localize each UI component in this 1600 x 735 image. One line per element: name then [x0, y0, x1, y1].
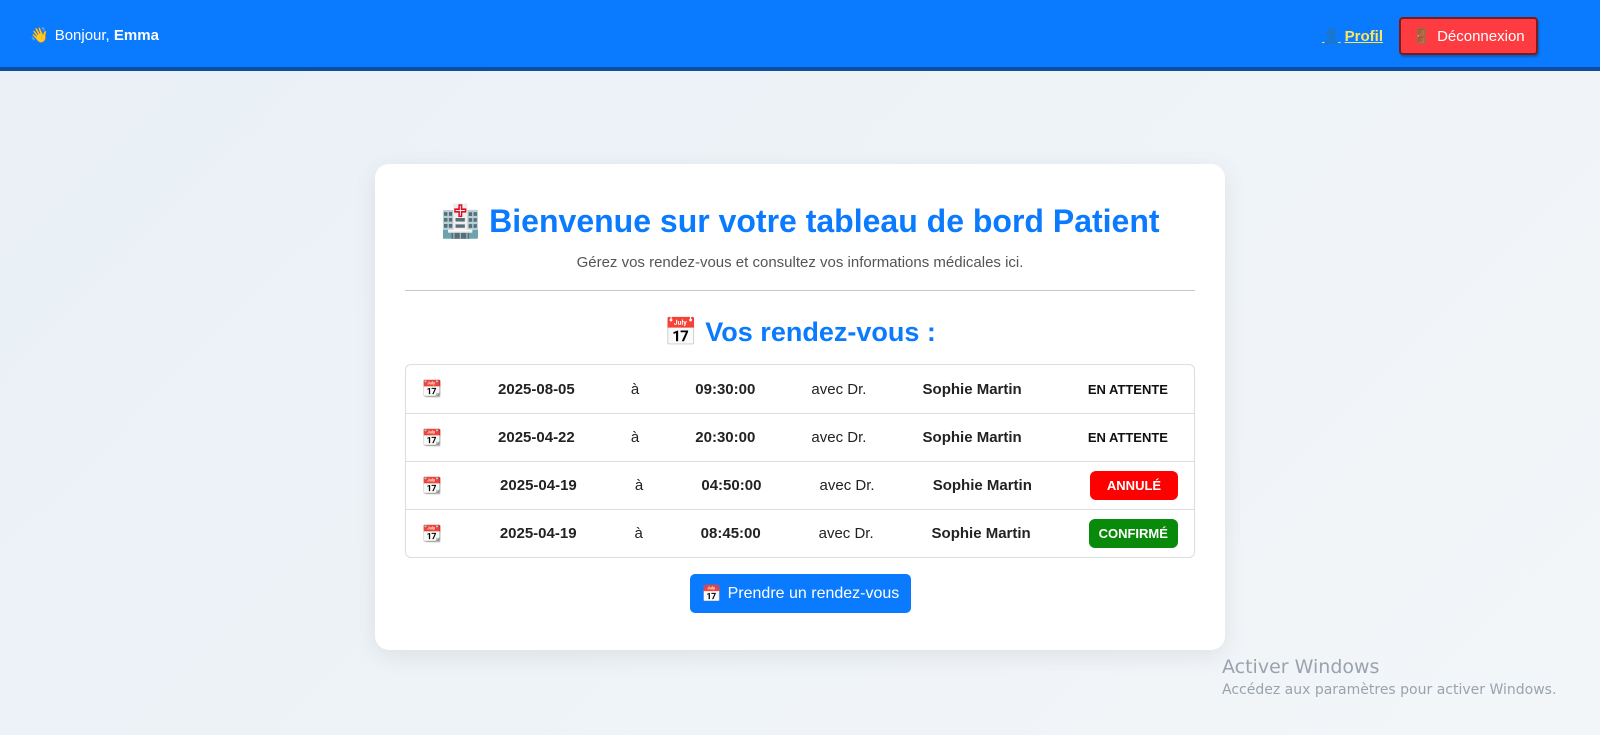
appointment-time: 08:45:00 [700, 525, 761, 542]
watermark-line2: Accédez aux paramètres pour activer Wind… [1222, 682, 1557, 698]
appointments-list: 📆 2025-08-05 à 09:30:00 avec Dr. Sophie … [405, 364, 1195, 558]
hospital-icon: 🏥 [440, 203, 481, 239]
page-subtitle: Gérez vos rendez-vous et consultez vos i… [576, 254, 1024, 271]
appointments-heading-text: Vos rendez-vous : [705, 317, 936, 347]
appointment-with: avec Dr. [811, 380, 867, 398]
appointment-doctor: Sophie Martin [932, 477, 1032, 494]
watermark-line1: Activer Windows [1222, 656, 1380, 678]
appointment-at: à [630, 429, 640, 446]
windows-activation-watermark: Activer Windows Accédez aux paramètres p… [1222, 656, 1556, 698]
appointment-time: 20:30:00 [695, 429, 756, 446]
calendar-icon: 📆 [422, 525, 442, 543]
greeting-prefix: Bonjour, [54, 27, 110, 44]
user-name: Emma [113, 27, 159, 44]
book-appointment-label: Prendre un rendez-vous [727, 584, 900, 602]
book-appointment-button[interactable]: 📅 Prendre un rendez-vous [690, 574, 911, 613]
appointment-doctor: Sophie Martin [931, 525, 1031, 542]
appointment-time: 09:30:00 [695, 380, 756, 398]
top-navbar: 👋 Bonjour, Emma 👤 Profil 🚪 Déconnexion [0, 0, 1600, 71]
appointment-at: à [634, 525, 643, 542]
page-title: 🏥 Bienvenue sur votre tableau de bord Pa… [375, 202, 1225, 240]
profile-link-label: Profil [1344, 27, 1383, 45]
appointment-row: 📆 2025-04-19 à 08:45:00 avec Dr. Sophie … [406, 509, 1194, 557]
status-badge: EN ATTENTE [1087, 381, 1168, 397]
calendar-icon: 📅 [664, 317, 698, 347]
profile-link[interactable]: 👤 Profil [1321, 27, 1383, 46]
status-badge: EN ATTENTE [1087, 430, 1168, 445]
appointment-row: 📆 2025-08-05 à 09:30:00 avec Dr. Sophie … [406, 365, 1194, 413]
logout-button[interactable]: 🚪 Déconnexion [1399, 17, 1538, 55]
appointment-date: 2025-08-05 [498, 380, 575, 398]
appointment-time: 04:50:00 [701, 477, 762, 494]
appointment-with: avec Dr. [811, 429, 867, 446]
appointment-row: 📆 2025-04-22 à 20:30:00 avec Dr. Sophie … [406, 413, 1194, 461]
appointment-row: 📆 2025-04-19 à 04:50:00 avec Dr. Sophie … [406, 461, 1194, 509]
calendar-icon: 📆 [422, 477, 442, 495]
person-icon: 👤 [1321, 28, 1341, 45]
appointment-at: à [634, 477, 644, 494]
dashboard-card: 🏥 Bienvenue sur votre tableau de bord Pa… [375, 164, 1225, 650]
appointment-with: avec Dr. [819, 477, 875, 494]
calendar-icon: 📆 [422, 381, 442, 398]
door-icon: 🚪 [1412, 28, 1432, 45]
divider [405, 290, 1195, 291]
appointment-date: 2025-04-19 [500, 477, 577, 494]
nav-actions: 👤 Profil 🚪 Déconnexion [1322, 17, 1538, 55]
appointment-date: 2025-04-19 [499, 525, 577, 542]
status-badge: CONFIRMÉ [1088, 519, 1178, 548]
waving-hand-icon: 👋 [30, 27, 49, 44]
appointment-date: 2025-04-22 [498, 429, 575, 446]
calendar-icon: 📅 [701, 585, 722, 603]
appointments-heading: 📅 Vos rendez-vous : [375, 316, 1225, 348]
appointment-doctor: Sophie Martin [922, 429, 1022, 446]
calendar-icon: 📆 [422, 429, 442, 447]
logout-button-label: Déconnexion [1437, 27, 1525, 45]
greeting: 👋 Bonjour, Emma [30, 26, 159, 44]
status-badge: ANNULÉ [1090, 471, 1178, 500]
appointment-with: avec Dr. [818, 525, 874, 542]
page-title-text: Bienvenue sur votre tableau de bord Pati… [489, 203, 1160, 239]
appointment-doctor: Sophie Martin [922, 380, 1022, 398]
appointment-at: à [630, 380, 640, 398]
